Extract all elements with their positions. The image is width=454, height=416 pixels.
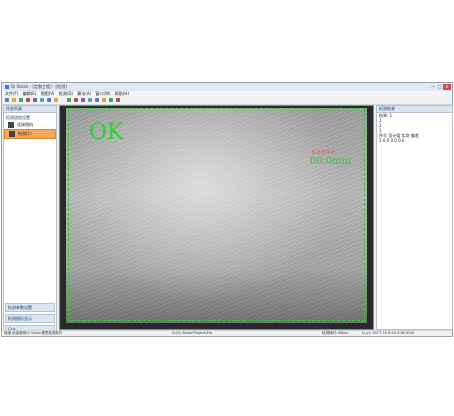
status-center: 检测耗时: 68ms xyxy=(322,331,348,335)
measure-annotation-green: 00.0mm xyxy=(310,156,352,167)
status-left: 就绪 欢迎使用Qi Vision视觉检测软件 xyxy=(4,331,63,335)
paste-icon[interactable] xyxy=(40,98,44,102)
image-viewer[interactable]: OK 0 0 0 0 0 00.0mm xyxy=(59,105,374,330)
save-icon[interactable] xyxy=(19,98,23,102)
zoom-out-icon[interactable] xyxy=(102,98,106,102)
result-table-row: 1 0.0 0.0 0.0 xyxy=(379,138,405,143)
fit-icon[interactable] xyxy=(109,98,113,102)
tree-item-detect[interactable]: 检测(1) xyxy=(4,129,56,139)
task-panel-title: 任务列表 xyxy=(4,106,56,113)
tree-item-camera[interactable]: 连接相机 xyxy=(4,121,56,129)
app-logo-icon xyxy=(5,85,9,89)
camera-icon xyxy=(8,122,14,128)
result-panel-title: 检测结果 xyxy=(377,106,452,113)
cut-icon[interactable] xyxy=(26,98,30,102)
result-ok-label: OK xyxy=(89,120,124,145)
stop-icon[interactable] xyxy=(88,98,92,102)
task-panel: 任务列表 检测流程设置 连接相机 检测(1) 检测参数设置 检测图形显示 日志 xyxy=(3,105,57,336)
minimize-button[interactable]: — xyxy=(430,84,436,90)
open-icon[interactable] xyxy=(12,98,16,102)
window-title: Qi Vision - [定制工程] - [检测] xyxy=(11,84,67,89)
toolbar xyxy=(2,97,452,105)
result-panel: 检测结果 结果: 1 1 2 3 序号 设计值 实测 偏差 1 0.0 0.0 … xyxy=(376,105,453,330)
tree-item-label: 连接相机 xyxy=(17,122,33,127)
close-button[interactable]: ✕ xyxy=(443,84,451,90)
redo-icon[interactable] xyxy=(54,98,58,102)
grab-icon[interactable] xyxy=(67,98,71,102)
inspection-image: OK xyxy=(66,108,367,323)
settings-icon[interactable] xyxy=(116,98,120,102)
camera-icon[interactable] xyxy=(74,98,78,102)
tab-detect-params[interactable]: 检测参数设置 xyxy=(5,303,55,312)
new-icon[interactable] xyxy=(5,98,9,102)
status-right: (x,y): 1877,78 R:50 G:50 B:50 xyxy=(362,331,415,335)
copy-icon[interactable] xyxy=(33,98,37,102)
tab-graphics-display[interactable]: 检测图形显示 xyxy=(5,314,55,323)
app-window: Qi Vision - [定制工程] - [检测] — □ ✕ 文件(F) 编辑… xyxy=(1,82,453,337)
detect-icon xyxy=(9,131,15,137)
undo-icon[interactable] xyxy=(47,98,51,102)
zoom-in-icon[interactable] xyxy=(95,98,99,102)
tree-item-label: 检测(1) xyxy=(18,131,32,136)
status-bar: 就绪 欢迎使用Qi Vision视觉检测软件 D:\Qi Vision\Proj… xyxy=(2,330,452,336)
run-icon[interactable] xyxy=(81,98,85,102)
status-path: D:\Qi Vision\Project\Pro xyxy=(172,331,213,335)
